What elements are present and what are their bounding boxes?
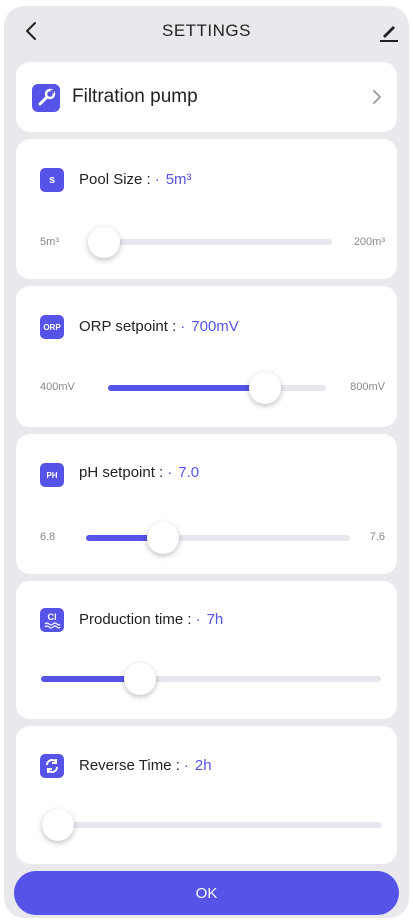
- ok-button[interactable]: OK: [14, 871, 399, 915]
- header: SETTINGS: [4, 6, 409, 58]
- ph-slider[interactable]: [86, 522, 350, 554]
- ph-icon: PH: [40, 463, 64, 487]
- reverse-time-value: 2h: [194, 757, 212, 774]
- orp-icon: ORP: [40, 315, 64, 339]
- ph-card: PH pH setpoint : · 7.0 6.8 7.6: [16, 434, 397, 574]
- production-time-label: Production time : · 7h: [79, 611, 224, 628]
- ph-label: pH setpoint : · 7.0: [79, 464, 200, 481]
- slider-thumb[interactable]: [123, 663, 156, 695]
- orp-slider[interactable]: [108, 372, 326, 404]
- production-time-card: Cl Production time : · 7h: [16, 581, 397, 719]
- pool-size-label: Pool Size : · 5m³: [79, 171, 192, 188]
- chlorine-icon: Cl: [40, 608, 64, 632]
- pool-size-icon: s: [40, 168, 64, 192]
- orp-max-label: 800mV: [350, 381, 385, 393]
- reverse-time-label: Reverse Time : · 2h: [79, 757, 212, 774]
- pool-size-value: 5m³: [165, 171, 192, 188]
- orp-min-label: 400mV: [40, 381, 75, 393]
- slider-thumb[interactable]: [88, 226, 120, 258]
- filtration-pump-label: Filtration pump: [72, 86, 198, 107]
- reverse-time-slider[interactable]: [42, 809, 382, 841]
- ph-value: 7.0: [178, 464, 200, 481]
- settings-screen: SETTINGS Filtration pump s Pool Size : · 5…: [4, 6, 409, 918]
- orp-value: 700mV: [191, 318, 239, 335]
- wrench-icon: [32, 84, 60, 112]
- pool-size-min-label: 5m³: [40, 236, 59, 248]
- slider-thumb[interactable]: [248, 372, 281, 404]
- slider-thumb[interactable]: [42, 809, 74, 841]
- orp-card: ORP ORP setpoint : · 700mV 400mV 800mV: [16, 286, 397, 427]
- pool-size-card: s Pool Size : · 5m³ 5m³ 200m³: [16, 139, 397, 279]
- page-title: SETTINGS: [161, 21, 251, 40]
- chevron-right-icon: [373, 90, 381, 104]
- slider-thumb[interactable]: [146, 522, 179, 554]
- orp-label: ORP setpoint : · 700mV: [79, 318, 239, 335]
- pencil-icon[interactable]: [377, 19, 401, 43]
- reverse-icon: [40, 754, 64, 778]
- svg-text:Cl: Cl: [48, 612, 57, 622]
- pool-size-slider[interactable]: [88, 226, 332, 258]
- reverse-time-card: Reverse Time : · 2h: [16, 726, 397, 864]
- ph-min-label: 6.8: [40, 531, 56, 543]
- ph-max-label: 7.6: [369, 531, 385, 543]
- production-time-value: 7h: [206, 611, 224, 628]
- slider-fill: [108, 385, 265, 391]
- filtration-pump-row[interactable]: Filtration pump: [16, 62, 397, 132]
- production-time-slider[interactable]: [41, 663, 381, 695]
- pool-size-max-label: 200m³: [353, 236, 385, 248]
